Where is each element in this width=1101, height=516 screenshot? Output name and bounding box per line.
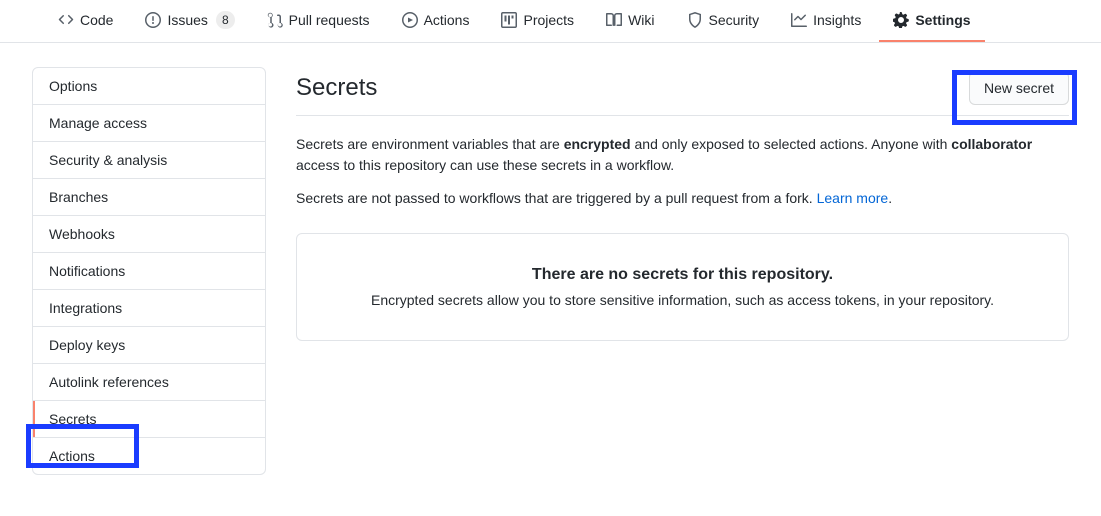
empty-state-title: There are no secrets for this repository… — [317, 266, 1048, 284]
subhead: Secrets New secret — [296, 71, 1069, 116]
empty-state-body: Encrypted secrets allow you to store sen… — [317, 292, 1048, 308]
settings-layout: Options Manage access Security & analysi… — [0, 43, 1101, 499]
issue-icon — [145, 12, 161, 28]
book-icon — [606, 12, 622, 28]
tab-projects-label: Projects — [523, 12, 574, 28]
tab-issues-label: Issues — [167, 12, 207, 28]
sidebar-item-autolink[interactable]: Autolink references — [33, 364, 265, 401]
text-bold: collaborator — [951, 136, 1032, 152]
graph-icon — [791, 12, 807, 28]
settings-menu: Options Manage access Security & analysi… — [32, 67, 266, 475]
tab-security[interactable]: Security — [673, 2, 774, 42]
description-1: Secrets are environment variables that a… — [296, 134, 1069, 176]
sidebar-item-deploy-keys[interactable]: Deploy keys — [33, 327, 265, 364]
tab-insights-label: Insights — [813, 12, 861, 28]
sidebar-item-integrations[interactable]: Integrations — [33, 290, 265, 327]
new-secret-button[interactable]: New secret — [969, 71, 1069, 105]
repo-nav: Code Issues 8 Pull requests Actions Proj… — [0, 0, 1101, 43]
project-icon — [501, 12, 517, 28]
gear-icon — [893, 12, 909, 28]
sidebar-item-branches[interactable]: Branches — [33, 179, 265, 216]
sidebar-item-actions[interactable]: Actions — [33, 438, 265, 474]
tab-projects[interactable]: Projects — [487, 2, 588, 42]
text: Secrets are not passed to workflows that… — [296, 190, 817, 206]
sidebar-item-manage-access[interactable]: Manage access — [33, 105, 265, 142]
tab-wiki-label: Wiki — [628, 12, 654, 28]
code-icon — [58, 12, 74, 28]
tab-security-label: Security — [709, 12, 760, 28]
text: access to this repository can use these … — [296, 157, 674, 173]
sidebar-item-security-analysis[interactable]: Security & analysis — [33, 142, 265, 179]
main-content: Secrets New secret Secrets are environme… — [296, 67, 1069, 475]
page-title: Secrets — [296, 74, 377, 102]
empty-state: There are no secrets for this repository… — [296, 233, 1069, 341]
text: . — [888, 190, 892, 206]
text: Secrets are environment variables that a… — [296, 136, 564, 152]
tab-code-label: Code — [80, 12, 113, 28]
settings-sidebar: Options Manage access Security & analysi… — [32, 67, 266, 475]
pull-request-icon — [267, 12, 283, 28]
tab-issues[interactable]: Issues 8 — [131, 1, 248, 43]
learn-more-link[interactable]: Learn more — [817, 190, 889, 206]
tab-actions-label: Actions — [424, 12, 470, 28]
tab-wiki[interactable]: Wiki — [592, 2, 668, 42]
tab-code[interactable]: Code — [44, 2, 127, 42]
issues-count: 8 — [216, 11, 235, 29]
tab-insights[interactable]: Insights — [777, 2, 875, 42]
sidebar-item-options[interactable]: Options — [33, 68, 265, 105]
sidebar-item-secrets[interactable]: Secrets — [33, 401, 265, 438]
shield-icon — [687, 12, 703, 28]
tab-actions[interactable]: Actions — [388, 2, 484, 42]
sidebar-item-notifications[interactable]: Notifications — [33, 253, 265, 290]
tab-settings[interactable]: Settings — [879, 2, 984, 42]
text-bold: encrypted — [564, 136, 631, 152]
tab-settings-label: Settings — [915, 12, 970, 28]
text: and only exposed to selected actions. An… — [631, 136, 952, 152]
tab-pulls[interactable]: Pull requests — [253, 2, 384, 42]
sidebar-item-webhooks[interactable]: Webhooks — [33, 216, 265, 253]
tab-pulls-label: Pull requests — [289, 12, 370, 28]
description-2: Secrets are not passed to workflows that… — [296, 188, 1069, 209]
play-icon — [402, 12, 418, 28]
